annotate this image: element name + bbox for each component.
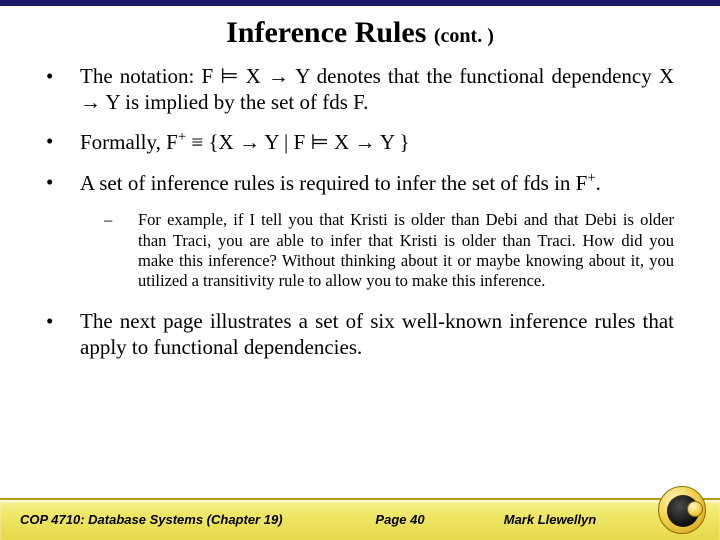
logo-pegasus-head	[687, 501, 703, 517]
bullet-3: • A set of inference rules is required t…	[46, 170, 674, 197]
b2-sup: +	[178, 129, 186, 145]
footer-page: Page 40	[320, 512, 480, 527]
bullet-2: • Formally, F+ ≡ {X → Y | F ⊨ X → Y }	[46, 129, 674, 156]
b2-pre: Formally, F	[80, 130, 178, 154]
dash-icon: –	[104, 210, 138, 291]
sub-bullet-1: – For example, if I tell you that Kristi…	[104, 210, 674, 291]
bullet-4: • The next page illustrates a set of six…	[46, 309, 674, 360]
footer-author: Mark Llewellyn	[480, 512, 620, 527]
bullet-icon: •	[46, 129, 80, 156]
footer: COP 4710: Database Systems (Chapter 19) …	[0, 486, 720, 540]
bullet-icon: •	[46, 64, 80, 115]
sub-1-text: For example, if I tell you that Kristi i…	[138, 210, 674, 291]
footer-course: COP 4710: Database Systems (Chapter 19)	[20, 512, 320, 527]
bullet-4-text: The next page illustrates a set of six w…	[80, 309, 674, 360]
bullet-1-text: The notation: F ⊨ X → Y denotes that the…	[80, 64, 674, 115]
ucf-logo-icon	[658, 486, 706, 534]
slide-title: Inference Rules (cont. )	[0, 16, 720, 50]
bullet-1: • The notation: F ⊨ X → Y denotes that t…	[46, 64, 674, 115]
title-main: Inference Rules	[226, 16, 434, 49]
title-cont: (cont. )	[434, 25, 494, 47]
b3-sup: +	[587, 170, 595, 186]
b2-post: ≡ {X → Y | F ⊨ X → Y }	[186, 130, 409, 154]
b3-pre: A set of inference rules is required to …	[80, 171, 587, 195]
bullet-2-text: Formally, F+ ≡ {X → Y | F ⊨ X → Y }	[80, 129, 674, 156]
logo-outer-circle	[658, 486, 706, 534]
bullet-icon: •	[46, 309, 80, 360]
footer-text: COP 4710: Database Systems (Chapter 19) …	[0, 498, 640, 540]
bullet-icon: •	[46, 170, 80, 197]
b3-post: .	[596, 171, 601, 195]
bullet-3-text: A set of inference rules is required to …	[80, 170, 674, 197]
slide: Inference Rules (cont. ) • The notation:…	[0, 0, 720, 540]
slide-content: • The notation: F ⊨ X → Y denotes that t…	[0, 64, 720, 360]
